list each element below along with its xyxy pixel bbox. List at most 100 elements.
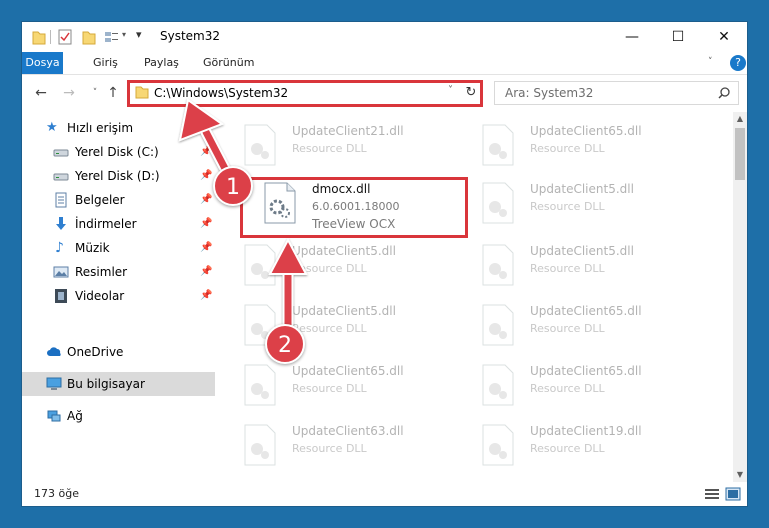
file-item[interactable]: UpdateClient19.dll Resource DLL [477, 419, 707, 475]
minimize-icon: — [625, 29, 639, 45]
expand-ribbon-icon[interactable]: ˅ [708, 57, 713, 67]
file-description: Resource DLL [530, 322, 605, 335]
item-count: 173 öğe [34, 487, 79, 500]
sidebar-item-label: Yerel Disk (C:) [75, 145, 159, 159]
file-item[interactable]: UpdateClient5.dll Resource DLL [477, 177, 707, 233]
sidebar-item-documents[interactable]: Belgeler 📌 [22, 188, 215, 212]
sidebar-item-label: Bu bilgisayar [67, 377, 145, 391]
file-name: UpdateClient5.dll [530, 244, 634, 258]
step-2-badge: 2 [265, 324, 305, 364]
close-button[interactable]: ✕ [701, 22, 747, 52]
sidebar-item-quick-access[interactable]: ★ Hızlı erişim [22, 116, 215, 140]
pin-icon[interactable]: 📌 [200, 242, 212, 253]
recent-locations-icon[interactable]: ˅ [86, 84, 104, 102]
network-icon [47, 410, 61, 422]
new-folder-icon[interactable] [82, 29, 96, 45]
pin-icon[interactable]: 📌 [200, 218, 212, 229]
tab-giris[interactable]: Giriş [85, 52, 126, 74]
dll-file-icon [482, 244, 514, 286]
file-name: UpdateClient5.dll [292, 244, 396, 258]
search-box[interactable] [494, 81, 739, 105]
ribbon-tabs: Dosya Giriş Paylaş Görünüm ˅ ? [22, 52, 747, 75]
file-list: UpdateClient21.dll Resource DLL UpdateCl… [229, 112, 734, 480]
dll-file-icon [482, 364, 514, 406]
pin-icon[interactable]: 📌 [200, 194, 212, 205]
back-arrow-icon[interactable]: ← [32, 84, 50, 102]
file-item[interactable]: UpdateClient65.dll Resource DLL [239, 359, 469, 415]
sidebar-item-this-pc[interactable]: Bu bilgisayar [22, 372, 215, 396]
sidebar-item-label: Hızlı erişim [67, 121, 134, 135]
computer-icon [46, 377, 62, 390]
sidebar-item-network[interactable]: Ağ [22, 404, 215, 428]
sidebar-item-onedrive[interactable]: OneDrive [22, 340, 215, 364]
dll-file-icon [244, 124, 276, 166]
file-item[interactable]: UpdateClient5.dll Resource DLL [239, 239, 469, 295]
file-highlight [240, 177, 468, 238]
file-description: Resource DLL [530, 142, 605, 155]
sidebar-item-label: OneDrive [67, 345, 124, 359]
scrollbar-thumb[interactable] [735, 128, 745, 180]
search-icon[interactable] [718, 87, 730, 99]
tab-gorunum[interactable]: Görünüm [195, 52, 262, 74]
sidebar-item-music[interactable]: ♪ Müzik 📌 [22, 236, 215, 260]
sidebar-item-label: Yerel Disk (D:) [75, 169, 160, 183]
pin-icon[interactable]: 📌 [200, 146, 212, 157]
sidebar-item-videos[interactable]: Videolar 📌 [22, 284, 215, 308]
star-icon: ★ [46, 120, 58, 135]
file-item[interactable]: UpdateClient65.dll Resource DLL [477, 359, 707, 415]
navigation-pane: ★ Hızlı erişim Yerel Disk (C:) 📌 Yerel D… [22, 112, 215, 480]
help-icon[interactable]: ? [730, 55, 746, 71]
scroll-up-icon[interactable]: ▲ [733, 112, 747, 126]
cloud-icon [47, 347, 61, 356]
drive-icon [53, 149, 69, 157]
dll-file-icon [482, 124, 514, 166]
customize-toolbar-icon[interactable] [104, 29, 120, 45]
pin-icon[interactable]: 📌 [200, 266, 212, 277]
close-icon: ✕ [718, 29, 730, 45]
file-description: Resource DLL [292, 142, 367, 155]
sidebar-item-label: Resimler [75, 265, 128, 279]
scroll-down-icon[interactable]: ▼ [733, 468, 747, 482]
tab-dosya[interactable]: Dosya [22, 52, 63, 74]
window-title: System32 [160, 29, 221, 43]
file-name: UpdateClient65.dll [530, 364, 642, 378]
pin-icon[interactable]: 📌 [200, 290, 212, 301]
minimize-button[interactable]: — [609, 22, 655, 52]
file-description: Resource DLL [292, 382, 367, 395]
dll-file-icon [482, 304, 514, 346]
sidebar-item-local-disk-d[interactable]: Yerel Disk (D:) 📌 [22, 164, 215, 188]
sidebar-item-local-disk-c[interactable]: Yerel Disk (C:) 📌 [22, 140, 215, 164]
properties-icon[interactable] [58, 29, 72, 45]
large-icons-view-icon[interactable] [725, 487, 741, 501]
sidebar-item-pictures[interactable]: Resimler 📌 [22, 260, 215, 284]
file-item[interactable]: UpdateClient5.dll Resource DLL [477, 239, 707, 295]
title-bar: ▾ ▾ System32 — ☐ ✕ [22, 22, 747, 52]
file-name: UpdateClient5.dll [530, 182, 634, 196]
file-item[interactable]: UpdateClient63.dll Resource DLL [239, 419, 469, 475]
tab-paylas[interactable]: Paylaş [136, 52, 187, 74]
pin-icon[interactable]: 📌 [200, 170, 212, 181]
file-description: Resource DLL [530, 262, 605, 275]
documents-icon [55, 192, 67, 208]
file-description: Resource DLL [530, 200, 605, 213]
file-description: Resource DLL [530, 382, 605, 395]
up-arrow-icon[interactable]: ↑ [104, 84, 122, 102]
sidebar-item-label: İndirmeler [75, 217, 137, 231]
details-view-icon[interactable] [704, 487, 720, 501]
dll-file-icon [244, 424, 276, 466]
dll-file-icon [482, 424, 514, 466]
file-name: UpdateClient65.dll [292, 364, 404, 378]
separator [50, 30, 51, 44]
dll-file-icon [244, 244, 276, 286]
search-input[interactable] [503, 85, 707, 101]
quick-access-dropdown-icon[interactable]: ▾ [136, 28, 142, 44]
forward-arrow-icon[interactable]: → [60, 84, 78, 102]
maximize-button[interactable]: ☐ [655, 22, 701, 52]
file-item[interactable]: UpdateClient21.dll Resource DLL [239, 119, 469, 175]
vertical-scrollbar[interactable]: ▲ ▼ [733, 112, 747, 482]
drive-icon [53, 173, 69, 181]
chevron-down-icon[interactable]: ▾ [122, 30, 126, 46]
file-item[interactable]: UpdateClient65.dll Resource DLL [477, 119, 707, 175]
file-item[interactable]: UpdateClient65.dll Resource DLL [477, 299, 707, 355]
sidebar-item-downloads[interactable]: İndirmeler 📌 [22, 212, 215, 236]
